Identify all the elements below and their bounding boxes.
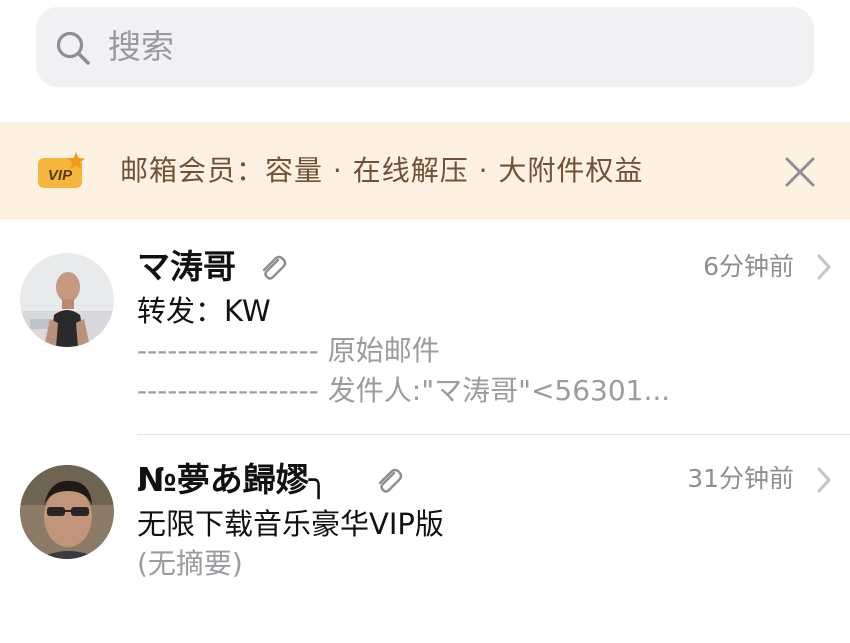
mail-preview-line: ------------------ 原始邮件 [137,334,440,367]
mail-time: 6分钟前 [703,252,794,281]
close-icon[interactable] [780,152,820,192]
mail-list-screen: 搜索 VIP 邮箱会员：容量 · 在线解压 · 大附件权益 マ涛哥 6分钟前 转… [0,0,850,643]
chevron-right-icon [817,467,831,493]
vip-badge-icon: VIP [38,152,85,188]
attachment-icon [378,468,403,493]
mail-subject: 无限下载音乐豪华VIP版 [137,507,444,541]
chevron-right-icon [817,254,831,280]
mail-list-item[interactable]: マ涛哥 6分钟前 转发：KW ------------------ 原始邮件 -… [0,222,850,434]
mail-sender: №夢あ歸嫪╮ [137,460,329,499]
vip-badge-text: VIP [48,167,73,184]
mail-sender: マ涛哥 [137,247,236,286]
search-placeholder: 搜索 [108,27,174,66]
vip-banner-text: 邮箱会员：容量 · 在线解压 · 大附件权益 [120,154,644,187]
avatar [20,253,114,347]
mail-preview-line: (无摘要) [137,547,243,580]
avatar [20,465,114,559]
mail-subject: 转发：KW [137,294,271,328]
search-bar[interactable]: 搜索 [36,7,814,87]
mail-list-item[interactable]: №夢あ歸嫪╮ 31分钟前 无限下载音乐豪华VIP版 (无摘要) [0,435,850,615]
mail-time: 31分钟前 [687,464,794,493]
vip-promo-banner[interactable]: VIP 邮箱会员：容量 · 在线解压 · 大附件权益 [0,122,850,220]
search-icon [56,31,90,65]
mail-preview-line: ------------------ 发件人:"マ涛哥"<56301... [137,374,671,407]
attachment-icon [262,255,287,280]
